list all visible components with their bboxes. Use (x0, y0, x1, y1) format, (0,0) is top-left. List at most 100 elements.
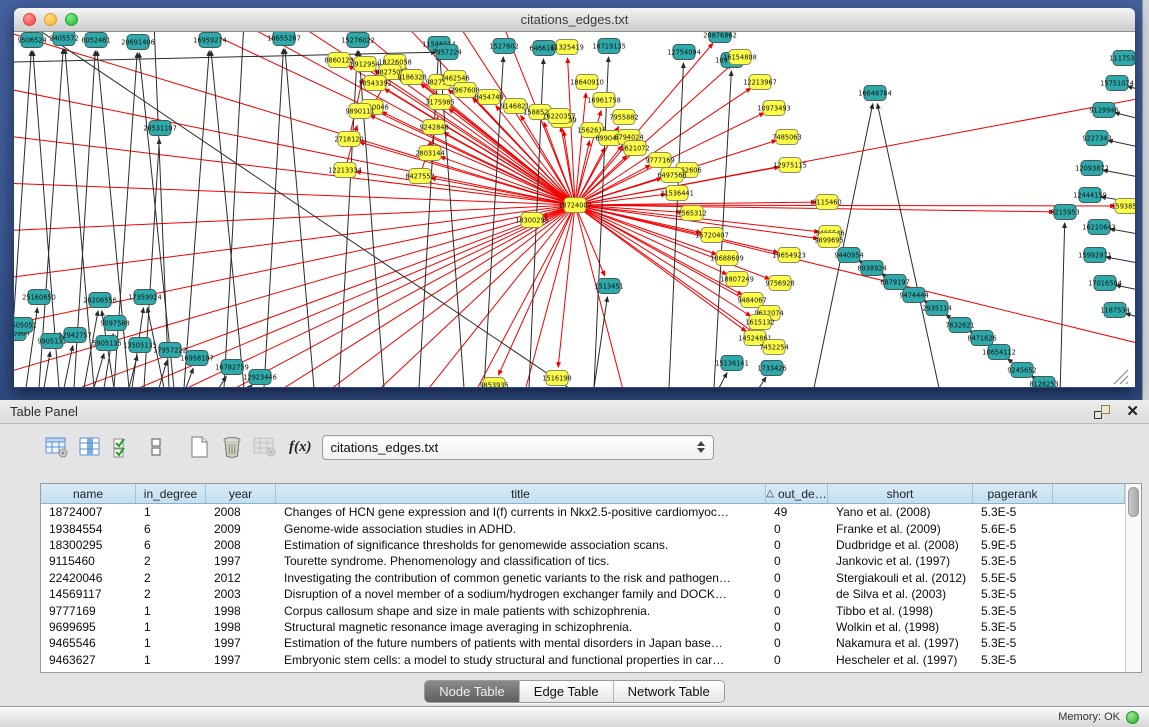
cell-year[interactable]: 2003 (206, 586, 276, 602)
cell-year[interactable]: 1998 (206, 602, 276, 618)
graph-node[interactable]: 9115460 (812, 195, 841, 210)
cell-short[interactable]: Franke et al. (2009) (828, 520, 973, 536)
cell-name[interactable]: 9465546 (41, 635, 136, 651)
graph-node[interactable]: 20206556 (83, 293, 117, 308)
table-row[interactable]: 1872400712008Changes of HCN gene express… (41, 504, 1125, 520)
cell-filler[interactable] (1053, 553, 1125, 569)
cell-pagerank[interactable]: 5.5E-5 (973, 570, 1053, 586)
cell-name[interactable]: 18724007 (41, 504, 136, 520)
table-row[interactable]: 946362711997Embryonic stem cells: a mode… (41, 652, 1125, 668)
cell-out_de…[interactable]: 49 (766, 504, 828, 520)
tab-network-table[interactable]: Network Table (614, 681, 724, 702)
graph-node[interactable]: 7452254 (759, 340, 788, 355)
graph-node[interactable]: 20691406 (121, 35, 155, 50)
graph-node[interactable]: 8186328 (397, 70, 426, 85)
graph-node[interactable]: 15751074 (1100, 76, 1134, 91)
table-row[interactable]: 969969511998Structural magnetic resonanc… (41, 619, 1125, 635)
cell-title[interactable]: Changes of HCN gene expression and I(f) … (276, 504, 766, 520)
graph-node[interactable]: 7565312 (677, 206, 706, 221)
graph-node[interactable]: 9097588 (100, 316, 129, 331)
cell-out_de…[interactable]: 0 (766, 570, 828, 586)
cell-short[interactable]: Yano et al. (2008) (828, 504, 973, 520)
cell-filler[interactable] (1053, 520, 1125, 536)
cell-name[interactable]: 19384554 (41, 520, 136, 536)
close-panel-icon[interactable]: ✕ (1126, 405, 1139, 419)
cell-in_degree[interactable]: 1 (136, 619, 206, 635)
cell-year[interactable]: 1997 (206, 635, 276, 651)
graph-node[interactable]: 9756928 (765, 276, 794, 291)
column-header-in_degree[interactable]: in_degree (136, 484, 206, 503)
graph-node[interactable]: 1187534 (1100, 303, 1129, 318)
graph-node[interactable]: 25160650 (22, 290, 56, 305)
edge-black[interactable] (186, 368, 193, 387)
edge-black[interactable] (184, 51, 209, 387)
cell-name[interactable]: 14569117 (41, 586, 136, 602)
cell-short[interactable]: Jankovic et al. (1997) (828, 553, 973, 569)
graph-node[interactable]: 9474444 (899, 288, 928, 303)
minimize-window-icon[interactable] (44, 13, 57, 26)
network-window-titlebar[interactable]: citations_edges.txt (14, 8, 1135, 32)
cell-out_de…[interactable]: 0 (766, 537, 828, 553)
delete-column-icon[interactable] (219, 434, 245, 460)
cell-pagerank[interactable]: 5.3E-5 (973, 504, 1053, 520)
tab-node-table[interactable]: Node Table (425, 681, 520, 702)
cell-short[interactable]: Wolkin et al. (1998) (828, 619, 973, 635)
graph-node[interactable]: 9245652 (1007, 363, 1036, 378)
table-row[interactable]: 977716911998Corpus callosum shape and si… (41, 602, 1125, 618)
cell-filler[interactable] (1053, 570, 1125, 586)
cell-name[interactable]: 9463627 (41, 652, 136, 668)
cell-filler[interactable] (1053, 619, 1125, 635)
cell-title[interactable]: Corpus callosum shape and size in male p… (276, 602, 766, 618)
cell-short[interactable]: Stergiakouli et al. (2012) (828, 570, 973, 586)
graph-node[interactable]: 9129946 (1089, 103, 1118, 118)
cell-in_degree[interactable]: 1 (136, 652, 206, 668)
close-window-icon[interactable] (23, 13, 36, 26)
cell-short[interactable]: de Silva et al. (2003) (828, 586, 973, 602)
edge-red[interactable] (14, 205, 575, 232)
cell-pagerank[interactable]: 5.9E-5 (973, 537, 1053, 553)
edge-red[interactable] (575, 205, 1135, 352)
cell-year[interactable]: 2008 (206, 504, 276, 520)
cell-pagerank[interactable]: 5.3E-5 (973, 586, 1053, 602)
graph-node[interactable]: 9242848 (419, 120, 448, 135)
checkbox-select-icon[interactable] (110, 434, 136, 460)
edge-black[interactable] (94, 354, 104, 387)
graph-node[interactable]: 1516198 (542, 371, 571, 386)
cell-in_degree[interactable]: 1 (136, 635, 206, 651)
graph-node[interactable]: 12213967 (743, 75, 777, 90)
graph-node[interactable]: 10719135 (592, 39, 626, 54)
edge-red[interactable] (214, 205, 575, 387)
edge-black[interactable] (1059, 223, 1065, 387)
column-header-title[interactable]: title (276, 484, 766, 503)
graph-node[interactable]: 12923446 (243, 370, 277, 385)
graph-node[interactable]: 1593853 (1111, 199, 1135, 214)
graph-node[interactable]: 8860123 (324, 53, 353, 68)
cell-filler[interactable] (1053, 504, 1125, 520)
graph-node[interactable]: 16210643 (1082, 220, 1116, 235)
cell-title[interactable]: Estimation of the future numbers of pati… (276, 635, 766, 651)
graph-node[interactable]: 1513451 (594, 279, 623, 294)
cell-year[interactable]: 1997 (206, 553, 276, 569)
cell-filler[interactable] (1053, 537, 1125, 553)
column-chooser-icon[interactable] (77, 434, 103, 460)
column-header-name[interactable]: name (41, 484, 136, 503)
cell-short[interactable]: Dudbridge et al. (2008) (828, 537, 973, 553)
cell-in_degree[interactable]: 2 (136, 570, 206, 586)
edge-red[interactable] (394, 205, 575, 387)
graph-node[interactable]: 10654112 (982, 345, 1016, 360)
cell-short[interactable]: Nakamura et al. (1997) (828, 635, 973, 651)
graph-node[interactable]: 2405572 (49, 32, 78, 46)
graph-node[interactable]: 9777169 (645, 153, 674, 168)
graph-node[interactable]: 16959274 (193, 33, 227, 48)
cell-year[interactable]: 1998 (206, 619, 276, 635)
edge-red[interactable] (14, 182, 575, 205)
graph-node[interactable]: 17016504 (1088, 276, 1122, 291)
graph-node[interactable]: 9506524 (17, 33, 46, 48)
table-selector-dropdown[interactable]: citations_edges.txt (322, 435, 714, 460)
graph-node[interactable]: 17359924 (128, 290, 162, 305)
cell-in_degree[interactable]: 2 (136, 586, 206, 602)
table-row[interactable]: 911546021997Tourette syndrome. Phenomeno… (41, 553, 1125, 569)
graph-node[interactable]: 18640910 (570, 75, 604, 90)
cell-title[interactable]: Genome-wide association studies in ADHD. (276, 520, 766, 536)
cell-in_degree[interactable]: 6 (136, 537, 206, 553)
